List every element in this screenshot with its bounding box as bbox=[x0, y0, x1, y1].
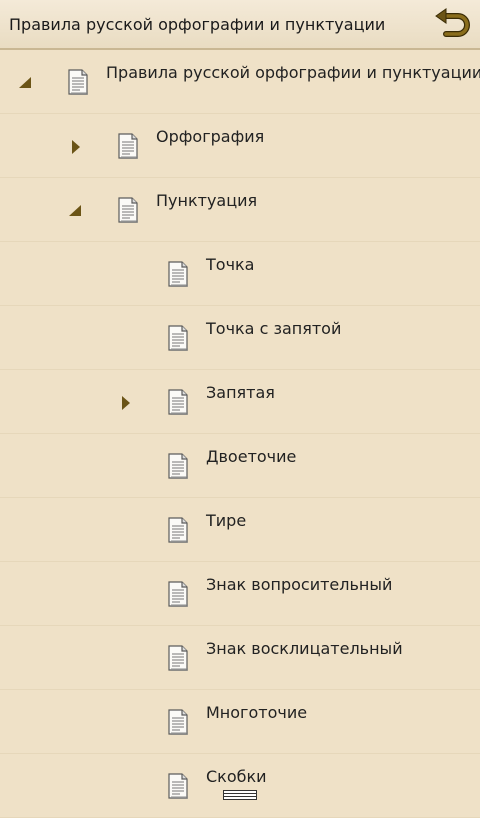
back-arrow-icon bbox=[435, 8, 470, 37]
tree-item[interactable]: Правила русской орфографии и пунктуации bbox=[0, 50, 480, 114]
document-icon bbox=[168, 709, 188, 735]
tree-item-label: Точка с запятой bbox=[206, 319, 342, 338]
tree-item[interactable]: Запятая bbox=[0, 370, 480, 434]
tree-item-label: Многоточие bbox=[206, 703, 308, 722]
tree-item-label: Тире bbox=[206, 511, 247, 530]
header-bar: Правила русской орфографии и пунктуации bbox=[0, 0, 480, 50]
tree-item-label: Двоеточие bbox=[206, 447, 297, 466]
tree-item[interactable]: Точка bbox=[0, 242, 480, 306]
tree-item-label: Скобки bbox=[206, 767, 267, 786]
document-icon bbox=[168, 325, 188, 351]
expanded-arrow-icon[interactable] bbox=[18, 74, 32, 92]
document-icon bbox=[168, 389, 188, 415]
tree-item-label: Запятая bbox=[206, 383, 275, 402]
page-title: Правила русской орфографии и пунктуации bbox=[9, 15, 386, 34]
tree-item-label: Орфография bbox=[156, 127, 265, 146]
tree-item[interactable]: Знак восклицательный bbox=[0, 626, 480, 690]
tree-item[interactable]: Точка с запятой bbox=[0, 306, 480, 370]
tree-item[interactable]: Знак вопросительный bbox=[0, 562, 480, 626]
document-icon bbox=[168, 453, 188, 479]
document-icon bbox=[118, 197, 138, 223]
tree-item[interactable]: Орфография bbox=[0, 114, 480, 178]
tree-list: Правила русской орфографии и пунктуации О… bbox=[0, 50, 480, 818]
document-icon bbox=[68, 69, 88, 95]
document-icon bbox=[168, 773, 188, 799]
tree-item[interactable]: Пунктуация bbox=[0, 178, 480, 242]
tree-item-label: Знак вопросительный bbox=[206, 575, 393, 594]
document-icon bbox=[118, 133, 138, 159]
tree-item-label: Пунктуация bbox=[156, 191, 258, 210]
tree-item-label: Знак восклицательный bbox=[206, 639, 403, 658]
tree-item[interactable]: Двоеточие bbox=[0, 434, 480, 498]
collapsed-arrow-icon[interactable] bbox=[68, 138, 82, 156]
tree-item-label: Точка bbox=[206, 255, 255, 274]
tree-item[interactable]: Скобки bbox=[0, 754, 480, 818]
document-icon bbox=[168, 645, 188, 671]
collapsed-arrow-icon[interactable] bbox=[118, 394, 132, 412]
document-icon bbox=[168, 261, 188, 287]
scrollbar-handle[interactable] bbox=[223, 790, 257, 800]
document-icon bbox=[168, 581, 188, 607]
tree-item[interactable]: Многоточие bbox=[0, 690, 480, 754]
tree-item-label: Правила русской орфографии и пунктуации bbox=[106, 63, 480, 82]
back-button[interactable] bbox=[434, 8, 470, 42]
expanded-arrow-icon[interactable] bbox=[68, 202, 82, 220]
tree-item[interactable]: Тире bbox=[0, 498, 480, 562]
document-icon bbox=[168, 517, 188, 543]
